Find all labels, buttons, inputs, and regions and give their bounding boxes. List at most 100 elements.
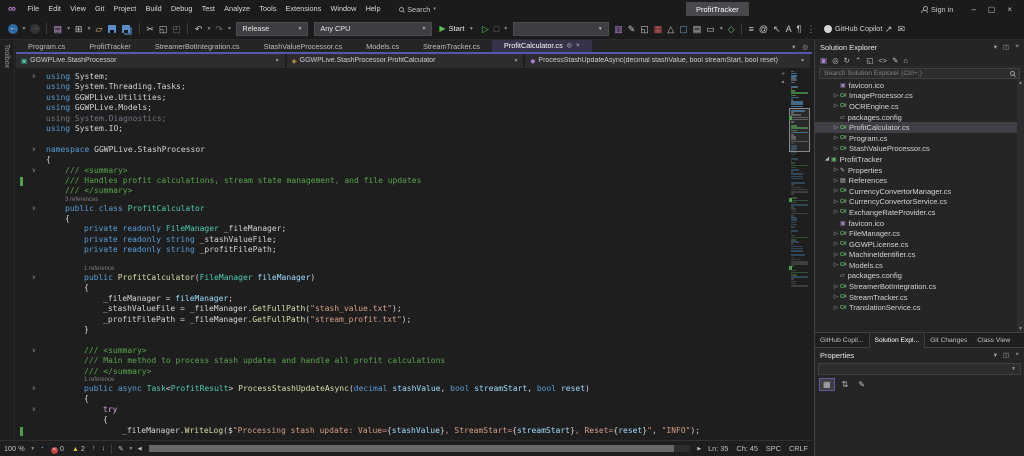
- categorized-icon[interactable]: ▦: [819, 378, 835, 391]
- collapsed-arrow-icon[interactable]: ▷: [832, 241, 840, 247]
- collapsed-arrow-icon[interactable]: ▷: [832, 262, 840, 268]
- code-line[interactable]: [16, 134, 778, 144]
- code-line[interactable]: {: [16, 394, 778, 404]
- feedback-icon[interactable]: ✉: [895, 19, 908, 39]
- collapsed-arrow-icon[interactable]: ▷: [832, 294, 840, 300]
- save-all-icon[interactable]: [122, 25, 130, 33]
- close-icon[interactable]: ×: [1015, 43, 1019, 51]
- menu-item-analyze[interactable]: Analyze: [220, 0, 255, 18]
- solution-explorer-header[interactable]: Solution Explorer ▾◫×: [815, 40, 1024, 54]
- save-icon[interactable]: [108, 25, 116, 33]
- list-members-icon[interactable]: ≡: [746, 19, 756, 39]
- menu-item-git[interactable]: Git: [90, 0, 109, 18]
- new-project-icon[interactable]: ▤: [51, 19, 65, 39]
- tree-item-packages-config[interactable]: ▱packages.config: [815, 112, 1024, 123]
- expanded-arrow-icon[interactable]: ◢: [823, 156, 831, 162]
- code-line[interactable]: using GGWPLive.Models;: [16, 103, 778, 113]
- codelens-references[interactable]: 3 references: [16, 197, 778, 204]
- breadcrumb-segment-0[interactable]: ▣GGWPLive.StashProcessor▼: [16, 54, 287, 67]
- quick-info-icon[interactable]: ↖: [771, 19, 784, 39]
- sync-with-active-doc-icon[interactable]: ◱: [866, 56, 873, 65]
- layout-dropdown-icon[interactable]: ▭: [704, 19, 718, 39]
- column-indicator[interactable]: Ch: 45: [732, 444, 762, 453]
- tree-item-Models-cs[interactable]: ▷C#Models.cs: [815, 260, 1024, 271]
- menu-item-edit[interactable]: Edit: [44, 0, 66, 18]
- document-tab-StreamTracker-cs[interactable]: StreamTracker.cs: [411, 40, 492, 52]
- hscroll-right-icon[interactable]: ▶: [694, 446, 704, 452]
- horizontal-scrollbar[interactable]: [149, 445, 691, 452]
- code-line[interactable]: ∨public class ProfitCalculator: [16, 204, 778, 214]
- menu-item-window[interactable]: Window: [326, 0, 361, 18]
- tree-scrollbar[interactable]: ▲▼: [1017, 80, 1024, 332]
- sync-shield-icon[interactable]: ◇: [725, 19, 737, 39]
- code-line[interactable]: using System.Threading.Tasks;: [16, 82, 778, 92]
- collapsed-arrow-icon[interactable]: ▷: [832, 199, 840, 205]
- toolbox-vertical-tab[interactable]: Toolbox: [3, 44, 10, 68]
- code-cleanup-icon[interactable]: ✎: [115, 445, 127, 453]
- properties-icon[interactable]: ✎: [892, 56, 898, 65]
- tree-item-ProfitCalculator-cs[interactable]: ▷C#ProfitCalculator.cs: [815, 122, 1024, 133]
- paste-icon[interactable]: ◰: [170, 19, 184, 39]
- menu-item-build[interactable]: Build: [141, 0, 166, 18]
- tab-list-caret-icon[interactable]: ▾: [792, 43, 795, 51]
- code-line[interactable]: using System.Diagnostics;: [16, 114, 778, 124]
- collapsed-arrow-icon[interactable]: ▷: [832, 252, 840, 258]
- code-line[interactable]: {: [16, 415, 778, 425]
- split-grip-icon[interactable]: +: [781, 70, 785, 79]
- notes-icon[interactable]: ▤: [690, 19, 704, 39]
- code-line[interactable]: ∨/// <summary>: [16, 346, 778, 356]
- solution-platform-combobox[interactable]: Any CPU▼: [314, 22, 432, 36]
- solution-explorer-search-input[interactable]: Search Solution Explorer (Ctrl+;): [819, 68, 1020, 79]
- collapsed-arrow-icon[interactable]: ▷: [832, 284, 840, 290]
- titlebar-search[interactable]: Search ▾: [399, 5, 436, 14]
- health-indicator-icon[interactable]: ◔: [37, 445, 47, 452]
- tree-item-Properties[interactable]: ▷✎Properties: [815, 165, 1024, 176]
- window-position-icon[interactable]: ▾: [994, 43, 997, 51]
- document-tab-ProfitTracker[interactable]: ProfitTracker: [77, 40, 143, 52]
- document-tab-StashValueProcessor-cs[interactable]: StashValueProcessor.cs: [252, 40, 355, 52]
- code-line[interactable]: private readonly FileManager _fileManage…: [16, 224, 778, 234]
- next-issue-icon[interactable]: ↓: [98, 445, 108, 452]
- empty-combobox[interactable]: ▼: [513, 22, 609, 36]
- dropdown-caret-icon[interactable]: ▼: [717, 26, 725, 32]
- parameter-info-icon[interactable]: @: [756, 19, 770, 39]
- test-explorer-icon[interactable]: △: [665, 19, 677, 39]
- view-code-icon[interactable]: <>: [878, 56, 887, 65]
- code-line[interactable]: _fileManager.WriteLog($"Processing stash…: [16, 426, 778, 436]
- fold-chevron-icon[interactable]: ∨: [32, 273, 36, 283]
- window-position-icon[interactable]: ▾: [994, 351, 997, 359]
- dropdown-caret-icon[interactable]: ▼: [20, 26, 28, 32]
- format-icon[interactable]: ¶: [794, 19, 804, 39]
- tree-item-CurrencyConvertorService-cs[interactable]: ▷C#CurrencyConvertorService.cs: [815, 197, 1024, 208]
- codelens-references[interactable]: 1 reference: [16, 266, 778, 273]
- tree-item-favicon-ico[interactable]: ▣favicon.ico: [815, 80, 1024, 91]
- tree-item-Program-cs[interactable]: ▷C#Program.cs: [815, 133, 1024, 144]
- code-line[interactable]: ∨public ProfitCalculator(FileManager fil…: [16, 273, 778, 283]
- tree-item-StreamerBotIntegration-cs[interactable]: ▷C#StreamerBotIntegration.cs: [815, 281, 1024, 292]
- zoom-caret-icon[interactable]: ▼: [29, 446, 37, 452]
- code-line[interactable]: /// Main method to process stash updates…: [16, 356, 778, 366]
- tree-item-favicon-ico[interactable]: ▣favicon.ico: [815, 218, 1024, 229]
- codelens-references[interactable]: 1 reference: [16, 377, 778, 384]
- add-item-icon[interactable]: ⊞: [72, 19, 85, 39]
- property-pages-icon[interactable]: ✎: [855, 379, 868, 390]
- code-line[interactable]: _profitFilePath = _fileManager.GetFullPa…: [16, 315, 778, 325]
- breadcrumb-segment-1[interactable]: ◈GGWPLive.StashProcessor.ProfitCalculato…: [287, 54, 526, 67]
- fold-chevron-icon[interactable]: ∨: [32, 405, 36, 415]
- fold-chevron-icon[interactable]: ∨: [32, 166, 36, 176]
- refresh-icon[interactable]: ↻: [844, 56, 850, 65]
- open-folder-icon[interactable]: ▱: [93, 19, 105, 39]
- code-line[interactable]: private readonly string _stashValueFile;: [16, 235, 778, 245]
- tree-item-ExchangeRateProvider-cs[interactable]: ▷C#ExchangeRateProvider.cs: [815, 207, 1024, 218]
- error-count[interactable]: ×0: [47, 444, 68, 454]
- device-preview-icon[interactable]: ▢: [677, 19, 691, 39]
- breadcrumb-segment-2[interactable]: ◆ProcessStashUpdateAsync(decimal stashVa…: [525, 54, 812, 67]
- code-line[interactable]: {: [16, 155, 778, 165]
- github-copilot-button[interactable]: GitHub Copilot: [824, 24, 882, 33]
- maximize-button[interactable]: ▢: [982, 5, 1002, 14]
- collapsed-arrow-icon[interactable]: ▷: [832, 125, 840, 131]
- menu-item-help[interactable]: Help: [361, 0, 385, 18]
- fold-chevron-icon[interactable]: ∨: [32, 384, 36, 394]
- code-line[interactable]: using System.IO;: [16, 124, 778, 134]
- dropdown-caret-icon[interactable]: ▼: [225, 26, 233, 32]
